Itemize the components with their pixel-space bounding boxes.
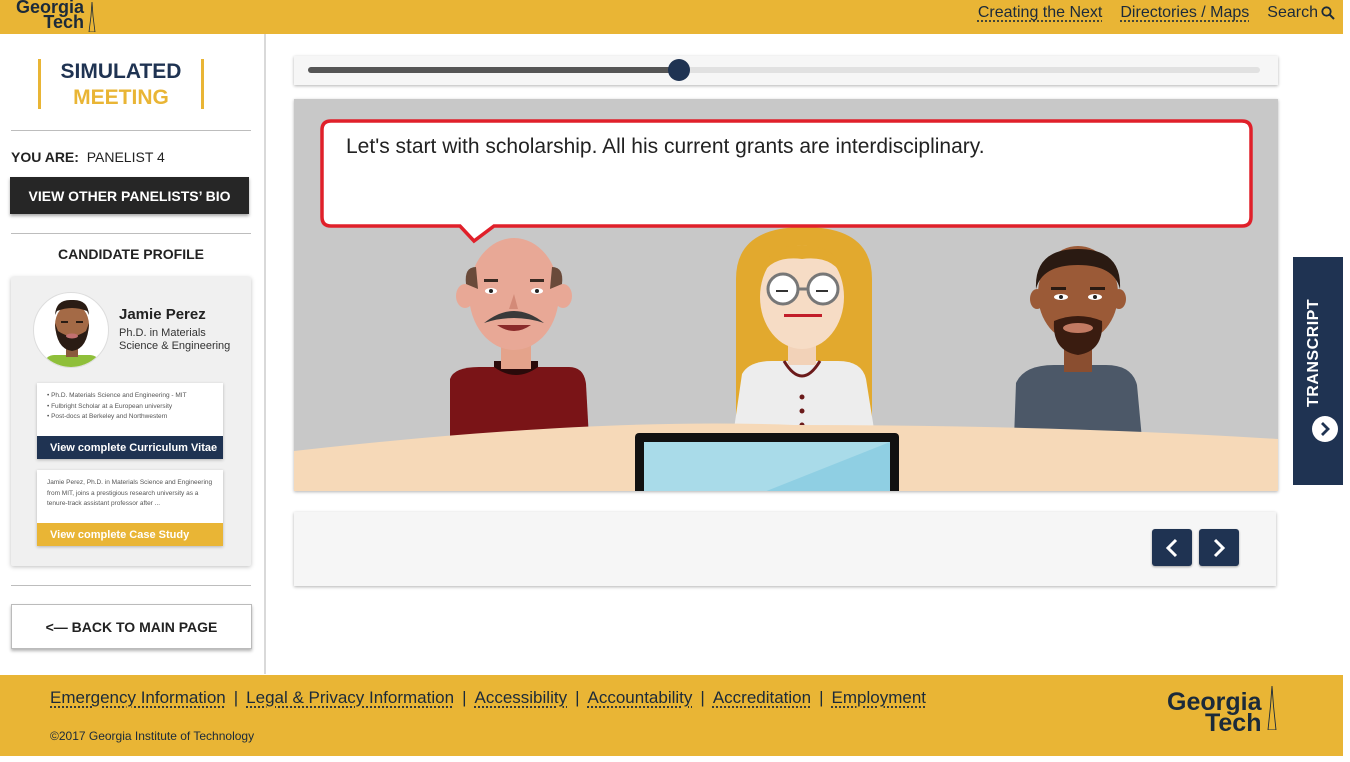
view-cv-button[interactable]: View complete Curriculum Vitae xyxy=(37,436,223,459)
panelist-bearded-man xyxy=(1014,246,1142,439)
directories-maps-link[interactable]: Directories / Maps xyxy=(1120,4,1249,22)
back-to-main-button[interactable]: <— BACK TO MAIN PAGE xyxy=(11,604,252,649)
spire-icon xyxy=(1268,686,1277,730)
case-study-card: Jamie Perez, Ph.D. in Materials Science … xyxy=(37,470,223,546)
candidate-profile-card: Jamie Perez Ph.D. in Materials Science &… xyxy=(11,277,251,566)
case-study-summary: Jamie Perez, Ph.D. in Materials Science … xyxy=(47,479,213,507)
view-case-study-button[interactable]: View complete Case Study xyxy=(37,523,223,546)
transcript-label: TRANSCRIPT xyxy=(1305,298,1322,407)
candidate-profile-heading: CANDIDATE PROFILE xyxy=(58,246,204,262)
georgia-tech-logo[interactable]: Georgia Tech xyxy=(16,0,96,33)
link-separator: | xyxy=(700,688,705,707)
top-nav: Creating the Next Directories / Maps Sea… xyxy=(978,4,1335,22)
footer-links: Emergency Information | Legal & Privacy … xyxy=(50,688,926,708)
creating-the-next-link[interactable]: Creating the Next xyxy=(978,4,1103,22)
title-line1: SIMULATED xyxy=(60,60,182,83)
logo-line2: Tech xyxy=(43,12,85,33)
chevron-left-icon xyxy=(1165,538,1178,557)
search-icon xyxy=(1321,6,1335,20)
speech-text: Let's start with scholarship. All his cu… xyxy=(346,135,985,158)
search-label: Search xyxy=(1267,4,1318,21)
panelist-bald-man xyxy=(450,238,589,439)
georgia-tech-footer-logo[interactable]: Georgia Tech xyxy=(1167,686,1277,738)
view-panelists-bio-button[interactable]: VIEW OTHER PANELISTS’ BIO xyxy=(10,177,249,214)
scene-navigation xyxy=(294,512,1276,586)
simulated-meeting-title: SIMULATED MEETING xyxy=(38,59,204,109)
title-line2: MEETING xyxy=(73,86,169,109)
you-are-label: YOU ARE: xyxy=(11,149,79,165)
logo-line2: Tech xyxy=(1204,709,1262,738)
panelist-blonde-woman xyxy=(734,227,874,429)
progress-fill xyxy=(308,67,680,73)
meeting-scene: Let's start with scholarship. All his cu… xyxy=(294,99,1278,491)
divider xyxy=(11,585,251,586)
progress-track[interactable] xyxy=(308,59,1260,81)
accreditation-link[interactable]: Accreditation xyxy=(713,688,811,708)
cv-bullet: • Fulbright Scholar at a European univer… xyxy=(47,402,173,410)
candidate-avatar xyxy=(33,292,109,368)
cv-summary: • Ph.D. Materials Science and Engineerin… xyxy=(37,383,223,423)
chevron-right-circle-icon xyxy=(1312,416,1338,442)
candidate-degree: Ph.D. in Materials Science & Engineering xyxy=(119,327,231,352)
playback-progress xyxy=(294,56,1278,85)
transcript-tab[interactable]: TRANSCRIPT xyxy=(1293,257,1343,485)
sidebar: SIMULATED MEETING YOU ARE: PANELIST 4 VI… xyxy=(0,34,266,674)
cv-bullet: • Post-docs at Berkeley and Northwestern xyxy=(47,413,168,420)
previous-button[interactable] xyxy=(1152,529,1192,566)
role-value: PANELIST 4 xyxy=(86,149,165,165)
copyright: ©2017 Georgia Institute of Technology xyxy=(50,729,255,743)
search-link[interactable]: Search xyxy=(1267,4,1335,22)
divider xyxy=(11,130,251,131)
progress-handle[interactable] xyxy=(668,59,691,81)
top-bar: Georgia Tech Creating the Next Directori… xyxy=(0,0,1343,34)
accountability-link[interactable]: Accountability xyxy=(588,688,693,708)
cv-card: • Ph.D. Materials Science and Engineerin… xyxy=(37,383,223,459)
role-indicator: YOU ARE: PANELIST 4 xyxy=(11,149,165,165)
divider xyxy=(11,233,251,234)
spire-icon xyxy=(88,2,96,32)
link-separator: | xyxy=(233,688,239,707)
link-separator: | xyxy=(575,688,580,707)
accessibility-link[interactable]: Accessibility xyxy=(474,688,567,708)
legal-privacy-link[interactable]: Legal & Privacy Information xyxy=(246,688,454,708)
cv-bullet: • Ph.D. Materials Science and Engineerin… xyxy=(47,392,187,399)
footer: Emergency Information | Legal & Privacy … xyxy=(0,675,1343,756)
employment-link[interactable]: Employment xyxy=(832,688,926,708)
next-button[interactable] xyxy=(1199,529,1239,566)
candidate-name: Jamie Perez xyxy=(119,306,206,323)
emergency-information-link[interactable]: Emergency Information xyxy=(50,688,226,708)
link-separator: | xyxy=(819,688,824,707)
chevron-right-icon xyxy=(1213,538,1226,557)
link-separator: | xyxy=(462,688,467,707)
